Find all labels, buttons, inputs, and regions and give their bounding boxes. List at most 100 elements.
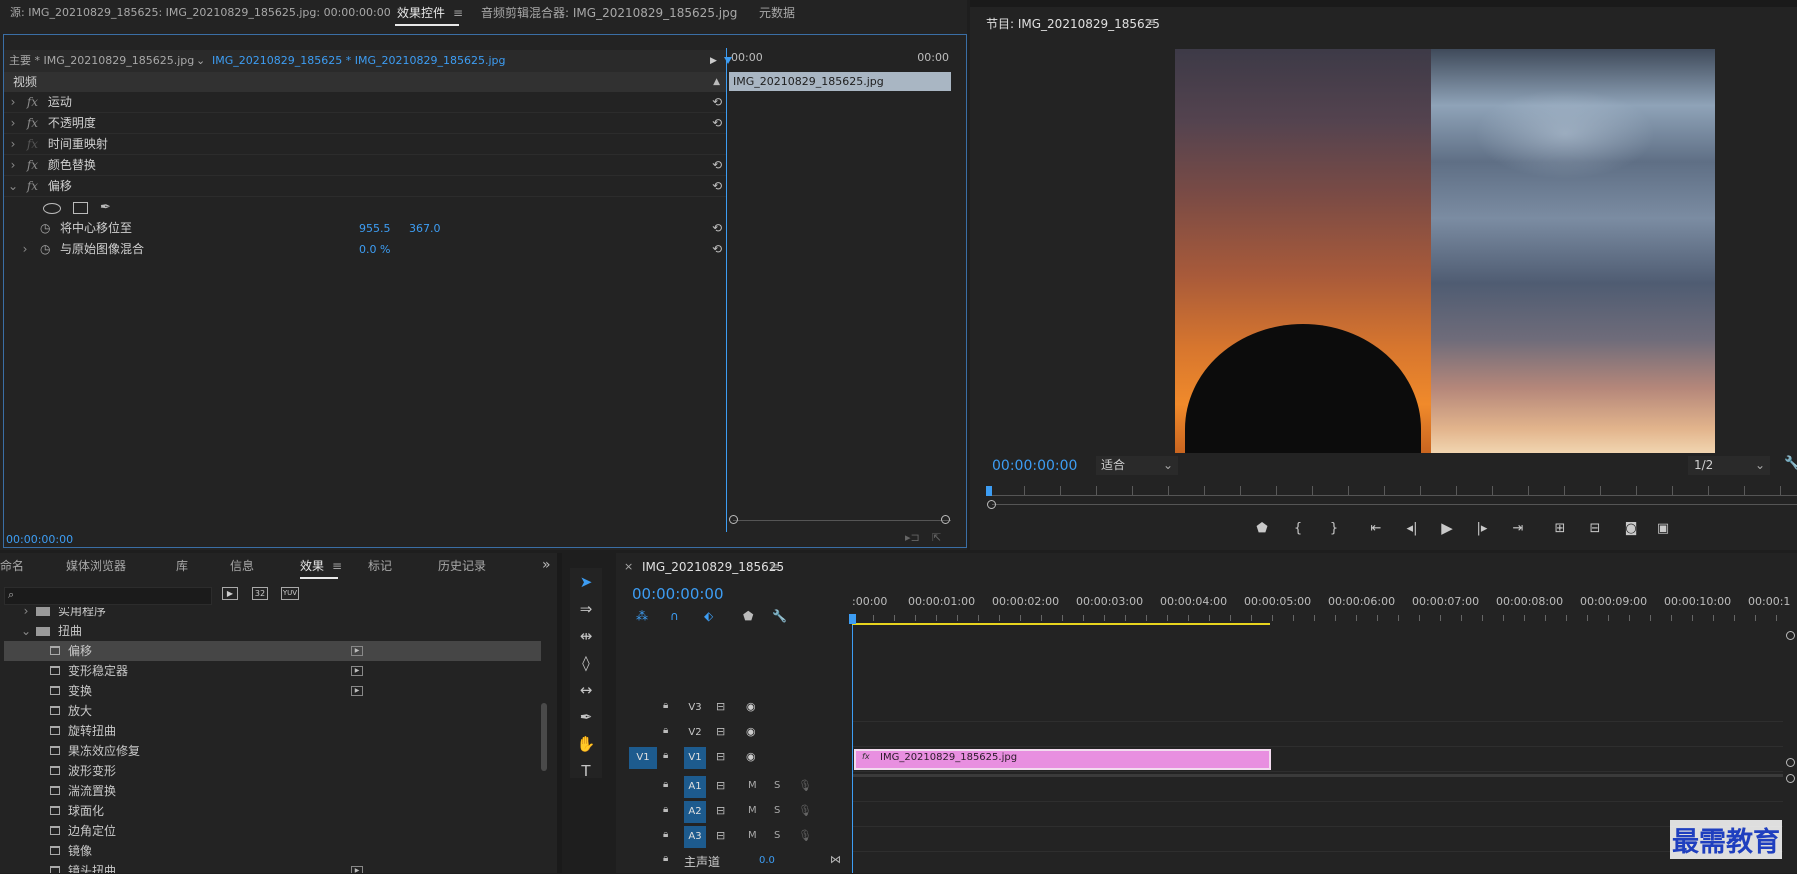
program-playhead[interactable] [986, 486, 992, 496]
32bit-filter-icon[interactable]: 32 [252, 587, 268, 600]
export-icon[interactable]: ⇱ [932, 531, 941, 544]
slip-tool-icon[interactable]: ↔ [570, 681, 602, 699]
timeline-timecode[interactable]: 00:00:00:00 [632, 585, 724, 603]
go-to-end-icon[interactable]: ⋈ [830, 853, 841, 866]
tab-media-browser[interactable]: 媒体浏览器 [56, 553, 136, 579]
rectangle-mask-icon[interactable] [73, 202, 88, 214]
effect-list-item[interactable]: 湍流置换 [4, 781, 541, 801]
vscroll-handle-mid[interactable] [1786, 758, 1795, 767]
reset-icon[interactable]: ⟲ [712, 113, 722, 134]
mark-in-icon[interactable]: { [1288, 521, 1308, 536]
go-to-in-icon[interactable]: ⇤ [1366, 521, 1386, 536]
mark-out-icon[interactable]: } [1324, 521, 1344, 536]
playhead-marker[interactable] [724, 57, 732, 64]
scroll-handle-right[interactable] [941, 515, 950, 524]
sync-icon[interactable]: ⊟ [716, 700, 725, 713]
timeline-wrench-icon[interactable]: 🔧 [772, 609, 787, 623]
ec-timecode[interactable]: 00:00:00:00 [6, 533, 73, 546]
fx-icon[interactable]: fx [27, 116, 38, 130]
reset-icon[interactable]: ⟲ [712, 92, 722, 113]
mute-button[interactable]: M [748, 780, 757, 791]
panel-menu-icon[interactable]: ≡ [332, 553, 342, 579]
chevron-down-icon[interactable]: ⌄ [196, 50, 205, 72]
solo-button[interactable]: S [774, 830, 780, 841]
camera-icon[interactable]: ◙ [1621, 521, 1641, 536]
microphone-icon[interactable]: 🎙︎ [798, 779, 812, 792]
fx-icon[interactable]: fx [27, 95, 38, 109]
chevron-right-icon[interactable]: › [19, 239, 31, 260]
stopwatch-icon[interactable]: ◷ [40, 239, 50, 260]
lock-icon[interactable]: 🔒︎ [663, 804, 668, 815]
play-icon[interactable]: ▶ [1437, 519, 1457, 537]
razor-tool-icon[interactable]: ◊ [570, 654, 602, 672]
track-select-tool-icon[interactable]: ⇒ [570, 600, 602, 618]
chevron-down-icon[interactable]: ⌄ [20, 621, 32, 641]
program-time-ruler[interactable] [988, 486, 1797, 496]
chevron-right-icon[interactable]: › [7, 155, 19, 176]
eye-icon[interactable]: ◉ [746, 725, 756, 738]
microphone-icon[interactable]: 🎙︎ [798, 804, 812, 817]
tab-source[interactable]: 源: IMG_20210829_185625: IMG_20210829_185… [0, 0, 391, 26]
fit-select[interactable]: 适合 ⌄ [1096, 456, 1178, 475]
effect-row[interactable]: › fx 颜色替换 ⟲ [4, 155, 726, 176]
lock-icon[interactable]: 🔒︎ [663, 725, 668, 736]
preview-image[interactable] [1175, 49, 1715, 453]
panel-menu-icon[interactable]: ≡ [453, 0, 463, 26]
effects-search-input[interactable]: ⌕ [4, 587, 212, 605]
resolution-select[interactable]: 1/2 ⌄ [1688, 456, 1770, 475]
effect-list-item[interactable]: 放大 [4, 701, 541, 721]
microphone-icon[interactable]: 🎙︎ [798, 829, 812, 842]
selection-tool-icon[interactable]: ➤ [570, 573, 602, 591]
chevron-right-icon[interactable]: › [20, 607, 32, 621]
effect-list-item[interactable]: 变形稳定器 ▶ [4, 661, 541, 681]
solo-button[interactable]: S [774, 780, 780, 791]
step-forward-icon[interactable]: |▸ [1472, 521, 1492, 536]
timeline-ruler[interactable]: :00:00 00:00:01:00 00:00:02:00 00:00:03:00 0… [849, 595, 1797, 625]
effect-list-item[interactable]: 镜头扭曲 ▶ [4, 861, 541, 873]
program-title[interactable]: 节目: IMG_20210829_185625 [986, 15, 1160, 32]
timeline-clip[interactable]: fx IMG_20210829_185625.jpg [854, 749, 1271, 770]
collapse-up-icon[interactable]: ▲ [713, 72, 720, 92]
lock-icon[interactable]: 🔒︎ [663, 829, 668, 840]
property-value-y[interactable]: 367.0 [409, 218, 441, 239]
effect-list-item[interactable]: 球面化 [4, 801, 541, 821]
folder-row[interactable]: › 实用程序 [4, 607, 541, 621]
mini-scrollbar[interactable] [733, 520, 951, 521]
lock-icon[interactable]: 🔒︎ [663, 853, 668, 864]
fx-icon[interactable]: fx [27, 179, 38, 193]
sync-icon[interactable]: ⊟ [716, 779, 725, 792]
track-target-a1[interactable]: A1 [684, 776, 706, 798]
track-target-v1[interactable]: V1 [684, 747, 706, 769]
effect-list-item[interactable]: 镜像 [4, 841, 541, 861]
zoom-handle-left[interactable] [987, 500, 996, 509]
tab-effect-controls[interactable]: 效果控件 ≡ [385, 0, 469, 26]
step-back-icon[interactable]: ◂| [1402, 521, 1422, 536]
mini-clip-bar[interactable]: IMG_20210829_185625.jpg [729, 72, 951, 91]
more-panels-icon[interactable]: » [542, 557, 551, 573]
add-marker-icon[interactable]: ⬟ [1252, 521, 1272, 536]
sequence-clip-label[interactable]: IMG_20210829_185625 * IMG_20210829_18562… [212, 50, 506, 72]
program-timecode[interactable]: 00:00:00:00 [992, 458, 1077, 474]
add-marker-icon[interactable]: ⬖ [704, 609, 713, 623]
effect-list-item[interactable]: 旋转扭曲 [4, 721, 541, 741]
reset-icon[interactable]: ⟲ [712, 239, 722, 260]
effect-list-item[interactable]: 果冻效应修复 [4, 741, 541, 761]
effect-row[interactable]: › fx 时间重映射 [4, 134, 726, 155]
program-menu-icon[interactable]: ≡ [1146, 15, 1156, 29]
ellipse-mask-icon[interactable] [43, 203, 61, 214]
eye-icon[interactable]: ◉ [746, 750, 756, 763]
timeline-sequence-tab[interactable]: IMG_20210829_185625 [642, 560, 784, 574]
tab-info[interactable]: 信息 [220, 553, 264, 579]
yuv-filter-icon[interactable]: YUV [281, 587, 299, 600]
linked-selection-icon[interactable]: ∩ [670, 609, 679, 623]
source-patch-v1[interactable]: V1 [629, 747, 657, 769]
type-tool-icon[interactable]: T [570, 762, 602, 780]
play-triangle-icon[interactable]: ▶ [710, 50, 717, 72]
scroll-handle-left[interactable] [729, 515, 738, 524]
marker-icon[interactable]: ⬟ [743, 609, 753, 623]
chevron-right-icon[interactable]: › [7, 113, 19, 134]
tab-audio-mixer[interactable]: 音频剪辑混合器: IMG_20210829_185625.jpg [469, 0, 747, 26]
property-value-x[interactable]: 955.5 [359, 218, 391, 239]
track-target-v3[interactable]: V3 [684, 697, 706, 719]
lock-icon[interactable]: 🔒︎ [663, 750, 668, 761]
